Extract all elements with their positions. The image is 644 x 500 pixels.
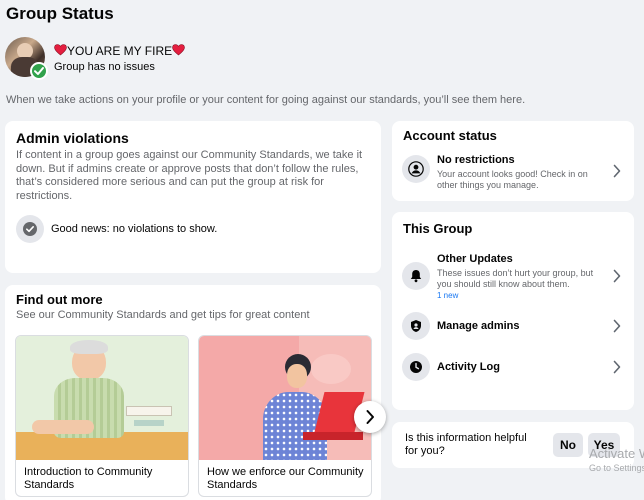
carousel-next-button[interactable]: [354, 401, 386, 433]
heart-icon: [54, 44, 67, 59]
other-updates-row[interactable]: Other Updates These issues don’t hurt yo…: [392, 248, 634, 304]
check-circle-icon: [16, 215, 44, 243]
admin-violations-description: If content in a group goes against our C…: [16, 149, 363, 202]
check-badge-icon: [30, 62, 48, 80]
chevron-right-icon: [612, 359, 622, 375]
find-out-more-card: Find out more See our Community Standard…: [5, 285, 386, 500]
resource-card[interactable]: How we enforce our Community Standards: [198, 335, 372, 497]
account-status-card: Account status No restrictions Your acco…: [392, 121, 634, 201]
good-news-text: Good news: no violations to show.: [51, 223, 218, 235]
activity-log-row[interactable]: Activity Log: [392, 351, 634, 383]
heart-icon: [172, 44, 185, 59]
illustration-elderly-man-image: [16, 336, 188, 460]
feedback-question: Is this information helpful for you?: [405, 432, 527, 457]
illustration-woman-laptop-image: [199, 336, 371, 460]
account-status-item-desc: Your account looks good! Check in on oth…: [437, 169, 588, 190]
group-name-row[interactable]: YOU ARE MY FIRE: [54, 44, 185, 59]
new-count-badge: 1 new: [437, 291, 459, 300]
watermark-line1: Activate Windows: [589, 446, 644, 461]
manage-admins-label: Manage admins: [437, 320, 520, 332]
admin-violations-card: Admin violations If content in a group g…: [5, 121, 381, 273]
clock-icon: [402, 353, 430, 381]
group-status-text: Group has no issues: [54, 61, 155, 73]
resource-card-label: How we enforce our Community Standards: [207, 466, 364, 491]
manage-admins-row[interactable]: Manage admins: [392, 310, 634, 342]
user-icon: [402, 155, 430, 183]
admin-violations-title: Admin violations: [16, 130, 129, 146]
page-title: Group Status: [6, 4, 114, 23]
this-group-card: This Group Other Updates These issues do…: [392, 212, 634, 410]
account-status-row[interactable]: No restrictions Your account looks good!…: [392, 147, 634, 195]
activate-windows-watermark: Activate Windows Go to Settings to activ…: [589, 446, 644, 473]
resource-card-label: Introduction to Community Standards: [24, 466, 153, 491]
account-status-item-title: No restrictions: [437, 154, 515, 166]
resource-card[interactable]: Introduction to Community Standards: [15, 335, 189, 497]
intro-text: When we take actions on your profile or …: [6, 94, 526, 106]
no-button[interactable]: No: [553, 433, 583, 457]
bell-icon: [402, 262, 430, 290]
chevron-right-icon: [612, 163, 622, 179]
this-group-title: This Group: [403, 221, 473, 236]
chevron-right-icon: [612, 318, 622, 334]
find-out-more-subtitle: See our Community Standards and get tips…: [16, 309, 310, 321]
watermark-line2: Go to Settings to activate Windows.: [589, 463, 644, 473]
account-status-title: Account status: [403, 128, 497, 143]
chevron-right-icon: [612, 268, 622, 284]
other-updates-desc: These issues don’t hurt your group, but …: [437, 268, 594, 289]
group-name: YOU ARE MY FIRE: [67, 44, 173, 58]
activity-log-label: Activity Log: [437, 361, 500, 373]
shield-icon: [402, 312, 430, 340]
other-updates-title: Other Updates: [437, 253, 513, 265]
chevron-right-icon: [366, 410, 374, 424]
find-out-more-title: Find out more: [16, 292, 103, 307]
